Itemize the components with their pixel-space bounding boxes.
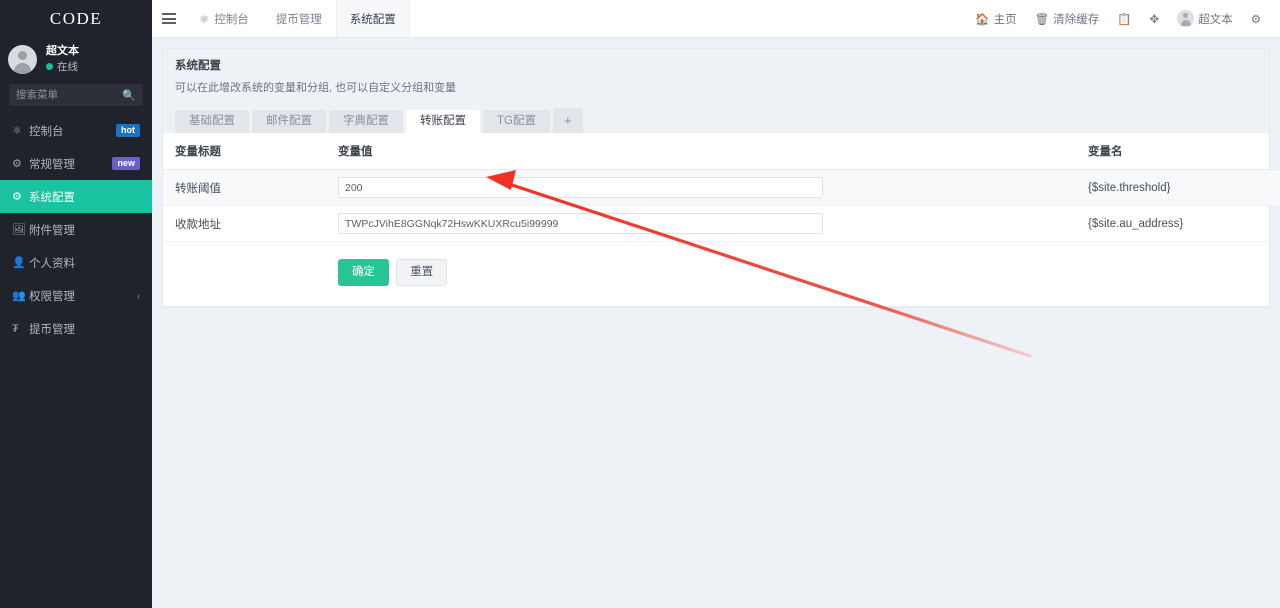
badge-new: new — [112, 157, 140, 170]
sidebar-item-label: 控制台 — [29, 123, 116, 139]
cogs-icon: ⚙ — [1251, 12, 1261, 26]
tab-withdraw-management[interactable]: 提币管理 — [263, 0, 336, 37]
home-button[interactable]: 🏠 主页 — [966, 0, 1025, 38]
tab-label: 提币管理 — [276, 11, 322, 27]
sidebar-item-dashboard[interactable]: ⚛ 控制台 hot — [0, 114, 152, 147]
threshold-input[interactable] — [338, 177, 823, 198]
sidebar-item-profile[interactable]: 👤 个人资料 — [0, 246, 152, 279]
add-tab-button[interactable]: + — [553, 108, 583, 133]
sidebar-user-block[interactable]: 超文本 在线 — [0, 38, 152, 80]
config-table-area: 变量标题 变量值 变量名 转账阈值 {$site.threshold} 收 — [163, 133, 1269, 307]
action-row-spacer-right — [1078, 242, 1280, 307]
sidebar-item-label: 权限管理 — [29, 288, 137, 304]
dashboard-icon: ⚛ — [12, 124, 29, 137]
avatar — [8, 45, 37, 74]
tab-system-config[interactable]: 系统配置 — [336, 0, 410, 37]
address-input[interactable] — [338, 213, 823, 234]
column-header-varname: 变量名 — [1078, 133, 1280, 170]
sidebar: CODE 超文本 在线 🔍 ⚛ 控制台 hot ⚙ 常规管理 new ⚙ 系统配… — [0, 0, 152, 608]
user-name: 超文本 — [46, 44, 79, 59]
column-header-value: 变量值 — [338, 133, 1078, 170]
reset-button[interactable]: 重置 — [396, 259, 447, 286]
user-icon: 👤 — [12, 256, 29, 269]
chevron-left-icon: ‹ — [137, 291, 140, 301]
row-value-address — [338, 206, 1078, 242]
sidebar-item-system-config[interactable]: ⚙ 系统配置 — [0, 180, 152, 213]
system-config-panel: 系统配置 可以在此增改系统的变量和分组, 也可以自定义分组和变量 基础配置 邮件… — [162, 48, 1270, 308]
row-label-address: 收款地址 — [163, 206, 338, 242]
sidebar-item-withdraw-management[interactable]: ₮ 提币管理 — [0, 312, 152, 345]
main-content: 系统配置 可以在此增改系统的变量和分组, 也可以自定义分组和变量 基础配置 邮件… — [152, 38, 1280, 608]
sidebar-item-label: 常规管理 — [29, 156, 112, 172]
brand-logo[interactable]: CODE — [0, 0, 152, 38]
search-icon[interactable]: 🔍 — [122, 89, 136, 102]
sidebar-search[interactable]: 🔍 — [9, 84, 143, 106]
online-dot-icon — [46, 63, 53, 70]
image-icon: 🖼 — [12, 223, 29, 236]
user-status-label: 在线 — [57, 60, 78, 74]
row-varname-threshold: {$site.threshold} — [1078, 170, 1280, 206]
sidebar-item-general-management[interactable]: ⚙ 常规管理 new — [0, 147, 152, 180]
topbar-actions: 🏠 主页 🗑 清除缓存 📋 ✥ 超文本 ⚙ — [966, 0, 1280, 37]
topbar: ⚛ 控制台 提币管理 系统配置 🏠 主页 🗑 清除缓存 📋 ✥ 超文本 ⚙ — [152, 0, 1280, 38]
sidebar-item-label: 提币管理 — [29, 321, 140, 337]
config-tab-mail[interactable]: 邮件配置 — [252, 110, 326, 134]
tab-label: 控制台 — [214, 11, 249, 27]
table-header-row: 变量标题 变量值 变量名 — [163, 133, 1280, 170]
user-menu-label: 超文本 — [1198, 11, 1233, 27]
cogs-icon: ⚙ — [12, 157, 29, 170]
home-icon: 🏠 — [975, 12, 989, 26]
user-status: 在线 — [46, 60, 79, 74]
action-buttons: 确定 重置 — [338, 242, 1078, 307]
table-row: 收款地址 {$site.au_address} — [163, 206, 1280, 242]
badge-hot: hot — [116, 124, 140, 137]
page-title: 系统配置 — [175, 57, 1257, 73]
hamburger-icon[interactable] — [152, 0, 186, 37]
clear-cache-label: 清除缓存 — [1053, 11, 1099, 27]
sidebar-item-attachment-management[interactable]: 🖼 附件管理 — [0, 213, 152, 246]
gear-icon: ⚙ — [12, 190, 29, 203]
users-icon: 👥 — [12, 289, 29, 302]
tab-label: 系统配置 — [350, 11, 396, 27]
row-value-threshold — [338, 170, 1078, 206]
config-tab-tg[interactable]: TG配置 — [483, 110, 550, 134]
action-row-spacer — [163, 242, 338, 307]
table-action-row: 确定 重置 — [163, 242, 1280, 307]
config-tabs: 基础配置 邮件配置 字典配置 转账配置 TG配置 + — [163, 105, 1269, 133]
search-input[interactable] — [16, 89, 122, 101]
config-tab-dictionary[interactable]: 字典配置 — [329, 110, 403, 134]
clone-icon: 📋 — [1117, 12, 1131, 26]
row-varname-address: {$site.au_address} — [1078, 206, 1280, 242]
clear-cache-button[interactable]: 🗑 清除缓存 — [1026, 0, 1109, 38]
settings-button[interactable]: ⚙ — [1242, 0, 1270, 38]
config-tab-transfer[interactable]: 转账配置 — [406, 110, 480, 134]
user-menu[interactable]: 超文本 — [1168, 0, 1242, 38]
table-row: 转账阈值 {$site.threshold} — [163, 170, 1280, 206]
bitcoin-icon: ₮ — [12, 323, 29, 335]
column-header-title: 变量标题 — [163, 133, 338, 170]
panel-header: 系统配置 可以在此增改系统的变量和分组, 也可以自定义分组和变量 — [163, 49, 1269, 105]
trash-icon: 🗑 — [1035, 12, 1050, 26]
sidebar-item-label: 系统配置 — [29, 189, 140, 205]
avatar-icon — [1177, 10, 1194, 27]
dashboard-icon: ⚛ — [199, 12, 209, 26]
sidebar-item-label: 附件管理 — [29, 222, 140, 238]
sidebar-item-permission-management[interactable]: 👥 权限管理 ‹ — [0, 279, 152, 312]
config-table: 变量标题 变量值 变量名 转账阈值 {$site.threshold} 收 — [163, 133, 1280, 307]
page-subtitle: 可以在此增改系统的变量和分组, 也可以自定义分组和变量 — [175, 79, 1257, 95]
sidebar-item-label: 个人资料 — [29, 255, 140, 271]
clone-button[interactable]: 📋 — [1108, 0, 1140, 38]
row-label-threshold: 转账阈值 — [163, 170, 338, 206]
sidebar-nav: ⚛ 控制台 hot ⚙ 常规管理 new ⚙ 系统配置 🖼 附件管理 👤 个人资… — [0, 114, 152, 345]
config-tab-basic[interactable]: 基础配置 — [175, 110, 249, 134]
tab-dashboard[interactable]: ⚛ 控制台 — [186, 0, 263, 37]
expand-icon: ✥ — [1150, 12, 1160, 26]
home-label: 主页 — [994, 11, 1017, 27]
fullscreen-button[interactable]: ✥ — [1141, 0, 1169, 38]
submit-button[interactable]: 确定 — [338, 259, 389, 286]
